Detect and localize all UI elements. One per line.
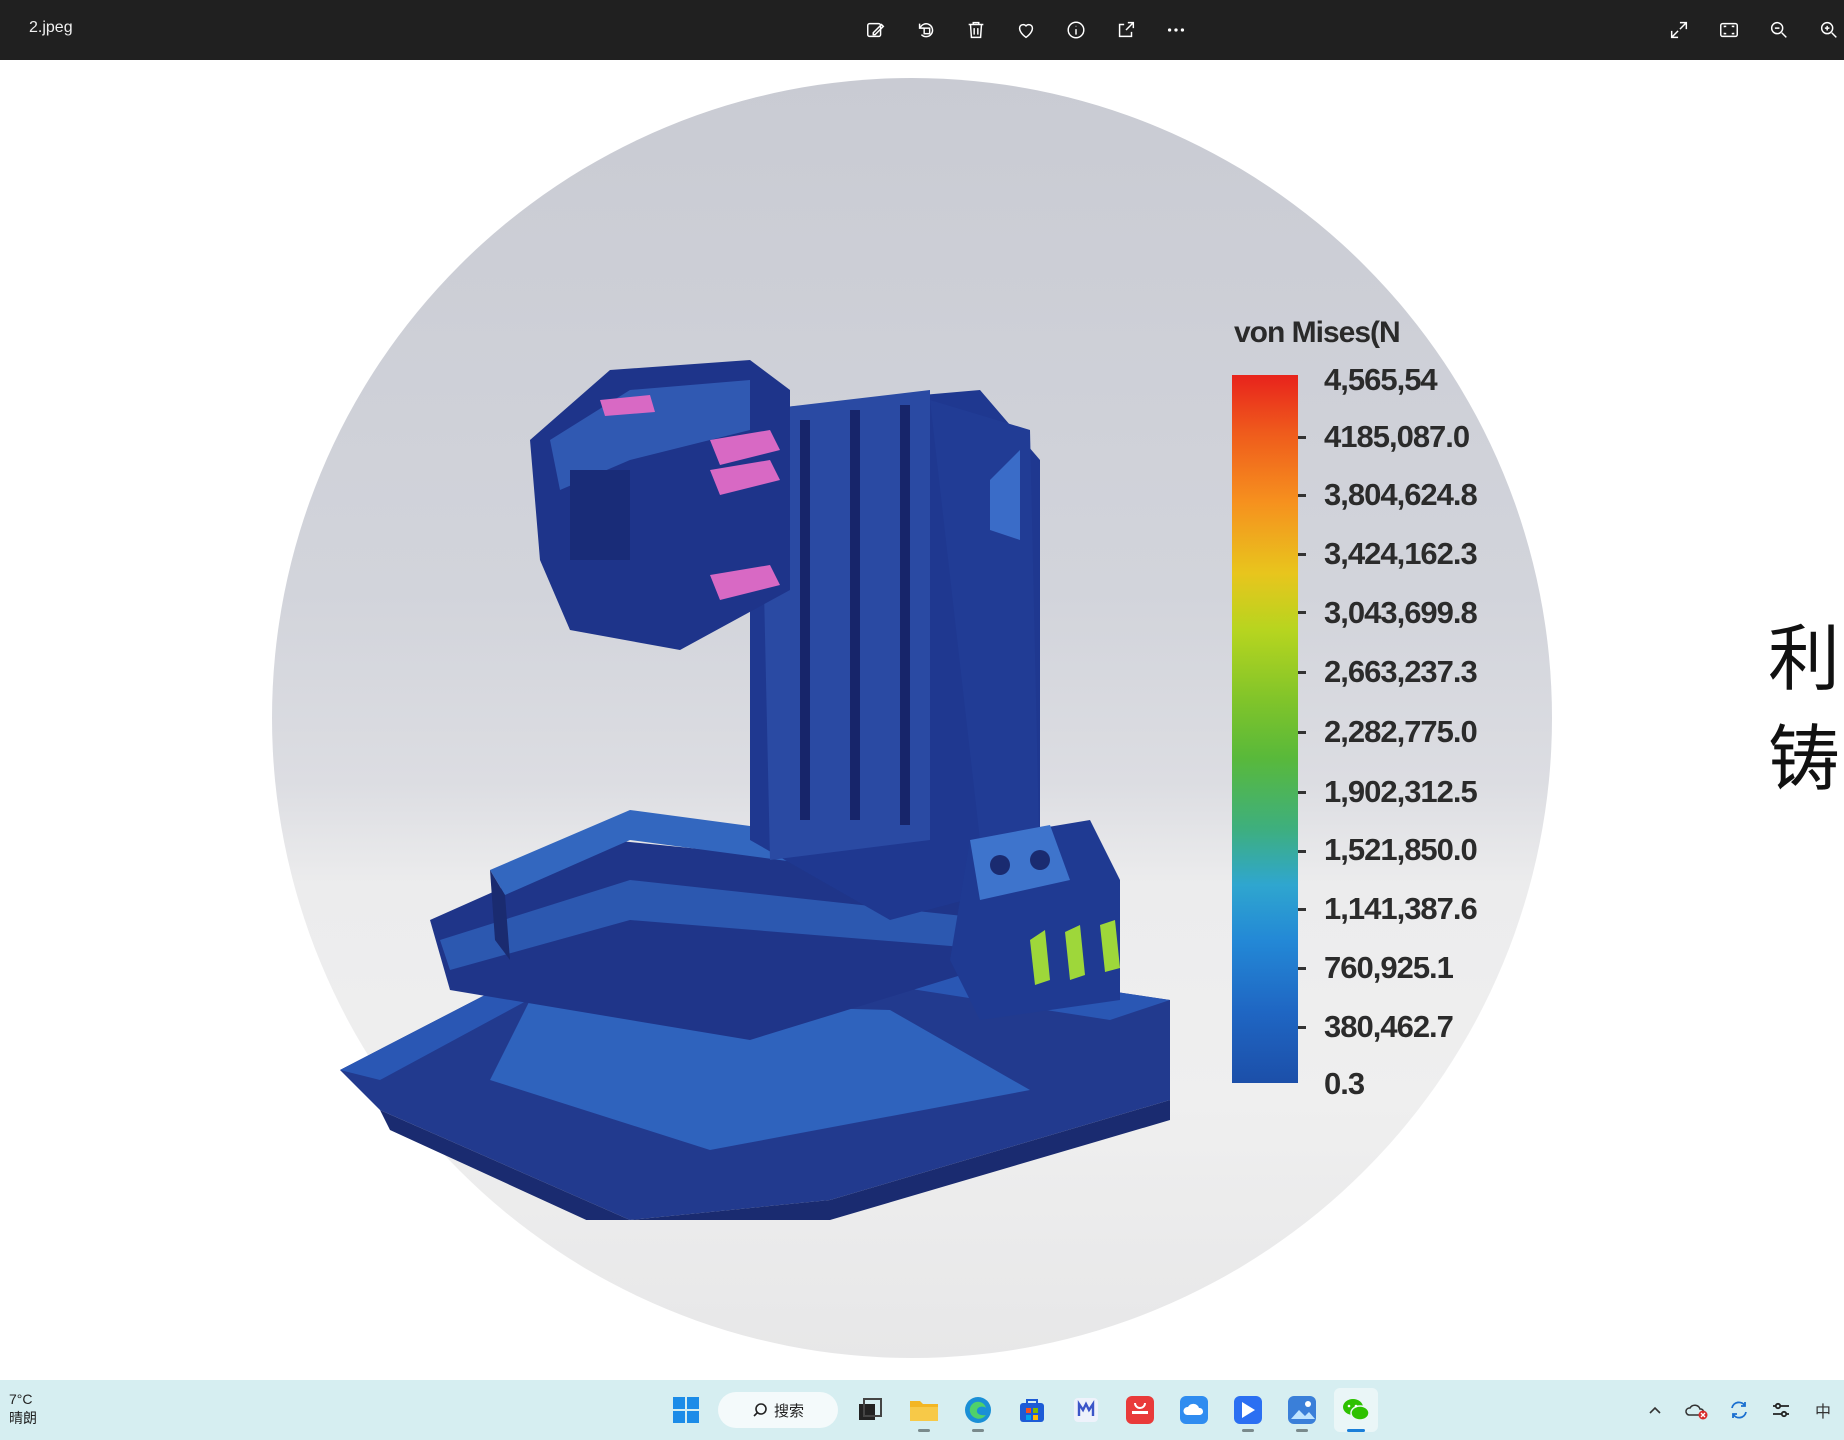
task-view-icon[interactable] [848,1388,892,1432]
scale-label: 2,663,237.3 [1324,654,1478,689]
temperature: 7°C [9,1391,33,1407]
scale-label: 380,462.7 [1324,1009,1454,1044]
system-tray: 中 [1640,1388,1838,1432]
edge-browser-icon[interactable] [956,1388,1000,1432]
ime-indicator[interactable]: 中 [1808,1395,1838,1425]
start-icon[interactable] [664,1388,708,1432]
edit-image-icon[interactable] [858,12,894,48]
search-icon [753,1403,767,1417]
scale-label: 1,902,312.5 [1324,774,1478,809]
settings-sliders-icon[interactable] [1766,1395,1796,1425]
side-text: 利 [1768,617,1841,701]
scale-tick [1298,611,1306,614]
scale-tick [1298,731,1306,734]
scale-label: 3,424,162.3 [1324,536,1478,571]
fit-to-window-icon[interactable] [1711,12,1747,48]
scale-tick [1298,1026,1306,1029]
trash-icon[interactable] [958,12,994,48]
color-scale-bar [1232,375,1298,1083]
cloud-app-icon[interactable] [1172,1388,1216,1432]
photo-toolbar [858,12,1194,48]
onedrive-error-icon[interactable] [1682,1395,1712,1425]
file-name: 2.jpeg [29,19,73,36]
photos-app-icon[interactable] [1280,1388,1324,1432]
scale-label: 2,282,775.0 [1324,714,1478,749]
file-explorer-icon[interactable] [902,1388,946,1432]
weather-text: 晴朗 [9,1410,37,1426]
more-icon[interactable] [1158,12,1194,48]
image-canvas[interactable]: von Mises(N 4,565,54 4185,087.0 3,804,62… [0,60,1844,1380]
search-box[interactable]: 搜索 [718,1392,838,1428]
machine-model [340,360,1170,1220]
zoom-out-icon[interactable] [1761,12,1797,48]
huawei-app-icon[interactable] [1118,1388,1162,1432]
scale-label: 4185,087.0 [1324,419,1470,454]
scale-tick [1298,494,1306,497]
sync-icon[interactable] [1724,1395,1754,1425]
search-label: 搜索 [773,1402,804,1420]
side-text: 铸 [1768,717,1841,801]
scale-label: 0.3 [1324,1066,1365,1101]
scale-label: 4,565,54 [1324,362,1438,397]
wechat-app-icon[interactable] [1334,1388,1378,1432]
zoom-in-icon[interactable] [1811,12,1844,48]
heart-icon[interactable] [1008,12,1044,48]
feishu-app-icon[interactable] [1226,1388,1270,1432]
chevron-up-icon[interactable] [1640,1395,1670,1425]
scale-tick [1298,908,1306,911]
info-icon[interactable] [1058,12,1094,48]
scale-label: 1,521,850.0 [1324,832,1478,867]
scale-tick [1298,967,1306,970]
store-icon[interactable] [1010,1388,1054,1432]
view-toolbar [1661,12,1844,48]
title-bar: 2.jpeg [0,0,1844,60]
scale-label: 3,804,624.8 [1324,477,1478,512]
scale-tick [1298,791,1306,794]
scale-tick [1298,553,1306,556]
weather-widget[interactable]: 7°C 晴朗 [9,1390,37,1428]
taskbar: 7°C 晴朗 搜索 中 [0,1380,1844,1440]
mail-app-icon[interactable] [1064,1388,1108,1432]
scale-label: 760,925.1 [1324,950,1454,985]
scale-label: 3,043,699.8 [1324,595,1478,630]
share-icon[interactable] [1108,12,1144,48]
legend-title: von Mises(N [1234,316,1401,349]
fullscreen-icon[interactable] [1661,12,1697,48]
taskbar-apps: 搜索 [664,1386,1378,1434]
rotate-icon[interactable] [908,12,944,48]
scale-tick [1298,671,1306,674]
scale-tick [1298,436,1306,439]
scale-label: 1,141,387.6 [1324,891,1478,926]
scale-tick [1298,850,1306,853]
